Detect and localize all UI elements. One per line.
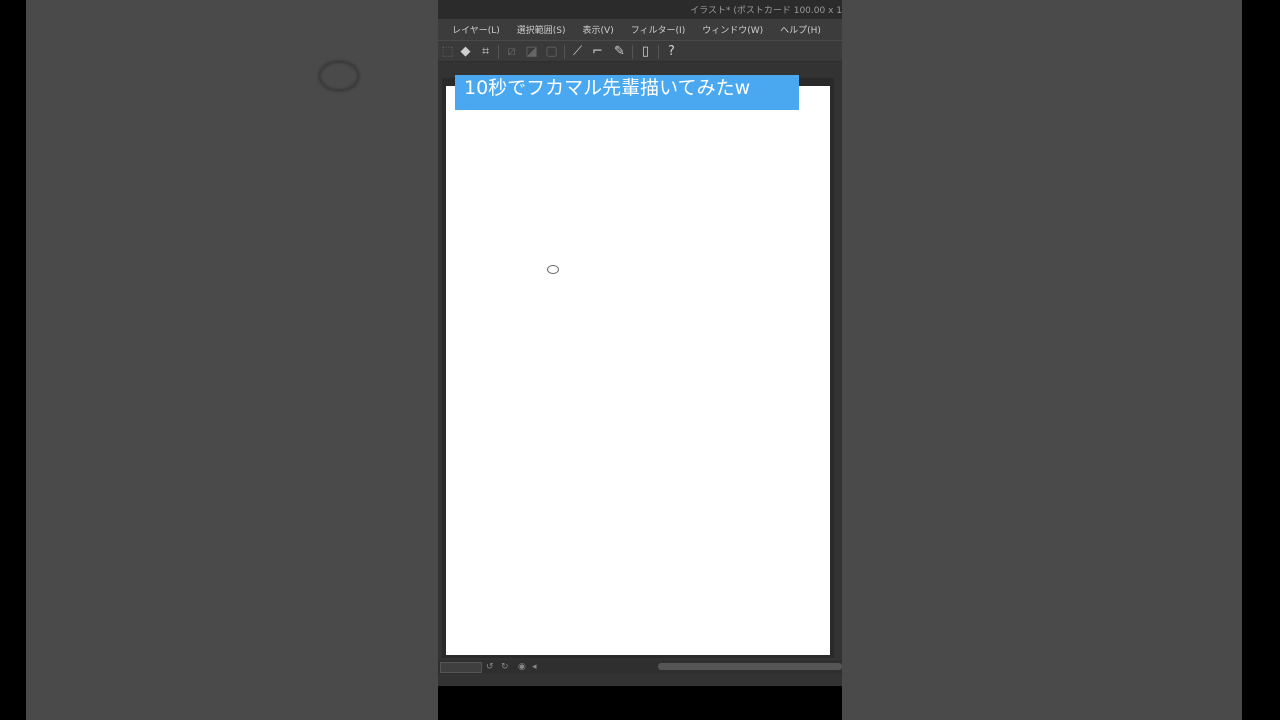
toolbar-divider — [564, 45, 565, 59]
title-bar: イラスト* (ポストカード 100.00 x 1 — [438, 0, 842, 19]
canvas-workspace — [438, 62, 842, 660]
drawing-canvas[interactable] — [446, 86, 830, 655]
menu-selection[interactable]: 選択範囲(S) — [517, 23, 566, 36]
rotate-left-icon[interactable]: ↺ — [486, 661, 494, 673]
backdrop-cursor-icon — [318, 60, 360, 92]
pen-icon[interactable]: ⟋ — [570, 44, 585, 59]
fill-icon[interactable]: ◆ — [458, 44, 473, 59]
crop-icon[interactable]: ⌗ — [478, 44, 493, 59]
flip-icon[interactable]: ◂ — [532, 661, 537, 673]
horizontal-scrollbar[interactable] — [658, 663, 842, 670]
rotate-right-icon[interactable]: ↻ — [501, 661, 509, 673]
toolbar-divider — [658, 45, 659, 59]
left-blurred-backdrop — [26, 0, 438, 720]
mask-icon[interactable]: ◪ — [524, 44, 539, 59]
video-bottom-bar — [438, 686, 842, 720]
menu-view[interactable]: 表示(V) — [583, 23, 614, 36]
menu-help[interactable]: ヘルプ(H) — [780, 23, 821, 36]
command-toolbar: ⬚ ◆ ⌗ ⧄ ◪ ▢ ⟋ ⌐ ✎ ▯ ? — [438, 40, 842, 62]
menu-window[interactable]: ウィンドウ(W) — [702, 23, 763, 36]
bottom-panel — [438, 674, 842, 686]
layer-icon[interactable]: ▢ — [544, 44, 559, 59]
paint-app-window: イラスト* (ポストカード 100.00 x 1 レイヤー(L) 選択範囲(S)… — [438, 0, 842, 720]
menu-bar: レイヤー(L) 選択範囲(S) 表示(V) フィルター(I) ウィンドウ(W) … — [438, 19, 842, 40]
video-caption: 10秒でフカマル先輩描いてみたw — [455, 75, 799, 110]
help-icon[interactable]: ? — [664, 44, 679, 59]
zoom-slider[interactable] — [440, 662, 482, 673]
right-blurred-backdrop — [842, 0, 1242, 720]
menu-layer[interactable]: レイヤー(L) — [452, 23, 500, 36]
menu-filter[interactable]: フィルター(I) — [631, 23, 686, 36]
reset-view-icon[interactable]: ◉ — [518, 661, 526, 673]
brush-cursor-icon — [547, 265, 559, 274]
toolbar-divider — [498, 45, 499, 59]
window-title: イラスト* (ポストカード 100.00 x 1 — [690, 6, 842, 16]
status-bar: ↺ ↻ ◉ ◂ — [438, 660, 842, 674]
toolbar-divider — [632, 45, 633, 59]
device-icon[interactable]: ▯ — [638, 44, 653, 59]
select-icon[interactable]: ⬚ — [440, 44, 455, 59]
transform-icon[interactable]: ⧄ — [504, 44, 519, 59]
brush-icon[interactable]: ⌐ — [590, 44, 605, 59]
pencil-icon[interactable]: ✎ — [612, 44, 627, 59]
